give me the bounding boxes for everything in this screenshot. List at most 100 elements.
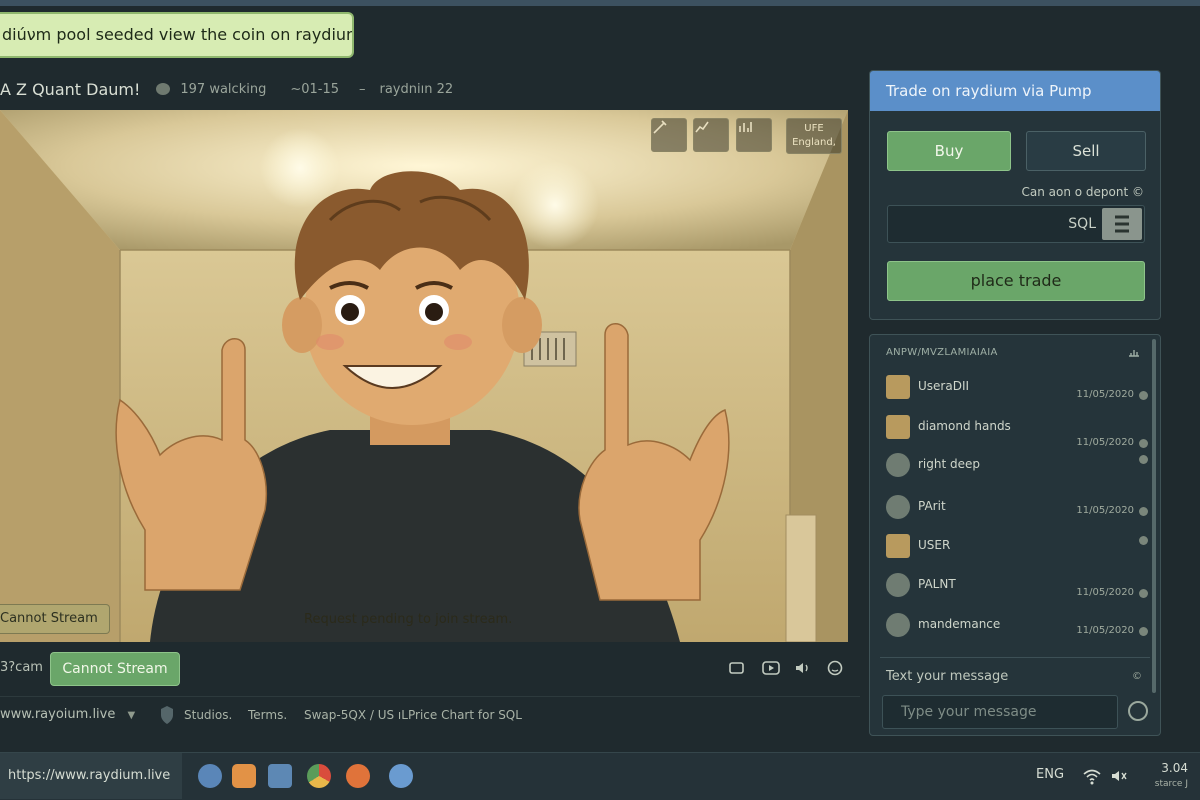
- firefox-icon[interactable]: [346, 764, 370, 788]
- chat-message[interactable]: mandemance 11/05/2020: [886, 611, 1148, 641]
- live-indicator-icon: [156, 83, 171, 95]
- avatar[interactable]: [886, 415, 910, 439]
- avatar[interactable]: [886, 613, 910, 637]
- chat-timestamp: 11/05/2020: [1076, 389, 1134, 400]
- stream-header: A Z Quant Daum! 197 walcking ~01-15 – ra…: [0, 76, 477, 102]
- footer-links: www.rayoium.live ▼ Studios. Terms. Swap-…: [0, 696, 860, 734]
- message-label: Text your message: [886, 669, 1009, 684]
- amount-input[interactable]: SQL: [887, 205, 1145, 243]
- stream-title: A Z Quant Daum!: [0, 79, 141, 99]
- chat-message[interactable]: USER: [886, 532, 1148, 562]
- stream-time: ~01-15: [290, 81, 339, 97]
- browser-app-icon[interactable]: [198, 764, 222, 788]
- trade-panel: Trade on raydium via Pump Buy Sell Can a…: [869, 70, 1161, 320]
- chat-header: ANPW/MVZLAMIAIAIA: [886, 347, 998, 358]
- chat-message[interactable]: PALNT 11/05/2020: [886, 571, 1148, 601]
- chat-username[interactable]: diamond hands: [918, 419, 1011, 433]
- wand-icon: [653, 120, 667, 134]
- url-dropdown[interactable]: www.rayoium.live ▼: [0, 707, 135, 722]
- trade-panel-title: Trade on raydium via Pump: [870, 71, 1160, 111]
- emoji-icon[interactable]: [826, 660, 844, 676]
- chat-message[interactable]: diamond hands 11/05/2020: [886, 413, 1148, 448]
- avatar[interactable]: [886, 495, 910, 519]
- message-options-icon[interactable]: [1139, 536, 1148, 545]
- copyright-icon: ©: [1132, 671, 1142, 682]
- top-strip: [0, 0, 1200, 6]
- chat-scrollbar[interactable]: [1152, 339, 1156, 693]
- channel-name[interactable]: raydniın 22: [380, 82, 454, 97]
- message-options-icon[interactable]: [1139, 455, 1148, 464]
- wifi-icon[interactable]: [1082, 767, 1102, 785]
- location-line-2: England,: [792, 137, 836, 148]
- chat-username[interactable]: PALNT: [918, 577, 956, 591]
- mail-app-icon[interactable]: [268, 764, 292, 788]
- video-tool-button-1[interactable]: [651, 118, 687, 152]
- link-studios[interactable]: Studios.: [184, 708, 232, 722]
- announcement-banner[interactable]: diúνm pool seeded view the coin on raydi…: [0, 12, 354, 58]
- avatar[interactable]: [886, 573, 910, 597]
- message-options-icon[interactable]: [1139, 439, 1148, 448]
- chat-username[interactable]: right deep: [918, 457, 980, 471]
- stream-controls: 3?cam Cannot Stream: [0, 648, 860, 688]
- play-icon[interactable]: [762, 660, 780, 676]
- location-badge: UFE England,: [786, 118, 842, 154]
- chat-timestamp: 11/05/2020: [1076, 587, 1134, 598]
- coin-icon[interactable]: [1102, 208, 1142, 240]
- link-terms[interactable]: Terms.: [248, 708, 287, 722]
- language-indicator[interactable]: ENG: [1036, 767, 1064, 782]
- place-trade-button[interactable]: place trade: [887, 261, 1145, 301]
- chart-up-icon: [695, 121, 709, 133]
- buy-button[interactable]: Buy: [887, 131, 1011, 171]
- link-price-chart[interactable]: Price Chart for SQL: [408, 708, 522, 722]
- chat-username[interactable]: PArit: [918, 499, 946, 513]
- chat-message[interactable]: right deep: [886, 451, 1148, 481]
- chat-username[interactable]: mandemance: [918, 617, 1000, 631]
- chat-timestamp: 11/05/2020: [1076, 625, 1134, 636]
- message-options-icon[interactable]: [1139, 391, 1148, 400]
- chat-panel: ANPW/MVZLAMIAIAIA UseraDII 11/05/2020 diam…: [869, 334, 1161, 736]
- url-dropdown-value: www.rayoium.live: [0, 707, 116, 722]
- clock-time[interactable]: 3.04: [1152, 761, 1188, 775]
- edge-icon[interactable]: [389, 764, 413, 788]
- chat-username[interactable]: USER: [918, 538, 950, 552]
- chat-message[interactable]: PArit 11/05/2020: [886, 493, 1148, 523]
- cam-label: 3?cam: [0, 660, 43, 675]
- stream-video-frame: [0, 110, 848, 642]
- chevron-down-icon: ▼: [127, 710, 136, 721]
- taskbar: https://www.raydium.live ENG 3.04 starce…: [0, 752, 1200, 800]
- avatar[interactable]: [886, 375, 910, 399]
- avatar[interactable]: [886, 453, 910, 477]
- chat-message[interactable]: UseraDII 11/05/2020: [886, 373, 1148, 403]
- message-input[interactable]: [882, 695, 1118, 729]
- cannot-stream-overlay[interactable]: Cannot Stream: [0, 604, 110, 634]
- files-app-icon[interactable]: [232, 764, 256, 788]
- message-options-icon[interactable]: [1139, 507, 1148, 516]
- cannot-stream-button[interactable]: Cannot Stream: [50, 652, 180, 686]
- stats-icon[interactable]: [1128, 347, 1140, 357]
- chat-username[interactable]: UseraDII: [918, 379, 969, 393]
- chat-timestamp: 11/05/2020: [1076, 437, 1134, 448]
- clock-date[interactable]: starce J: [1148, 779, 1188, 789]
- message-options-icon[interactable]: [1139, 589, 1148, 598]
- link-swap[interactable]: Swap-5QX / US ıL: [304, 708, 408, 722]
- location-line-1: UFE: [804, 123, 824, 134]
- viewer-count: 197 walcking: [180, 81, 267, 97]
- speaker-icon[interactable]: [1110, 768, 1128, 784]
- screen-icon[interactable]: [728, 660, 746, 676]
- message-options-icon[interactable]: [1139, 627, 1148, 636]
- volume-icon[interactable]: [794, 660, 812, 676]
- deposit-link[interactable]: Can aon o depont ©: [1021, 185, 1144, 199]
- video-tool-button-3[interactable]: [736, 118, 772, 152]
- shield-icon: [161, 706, 173, 724]
- video-tool-button-2[interactable]: [693, 118, 729, 152]
- sell-button[interactable]: Sell: [1026, 131, 1146, 171]
- chat-timestamp: 11/05/2020: [1076, 505, 1134, 516]
- stream-video[interactable]: UFE England, Cannot Stream Request pendi…: [0, 110, 848, 642]
- pending-message: Request pending to join stream.: [304, 612, 513, 627]
- chrome-icon[interactable]: [307, 764, 331, 788]
- levels-icon: [739, 122, 752, 132]
- send-icon[interactable]: [1128, 701, 1148, 721]
- avatar[interactable]: [886, 534, 910, 558]
- meta-separator: –: [359, 81, 366, 97]
- taskbar-url[interactable]: https://www.raydium.live: [0, 753, 182, 799]
